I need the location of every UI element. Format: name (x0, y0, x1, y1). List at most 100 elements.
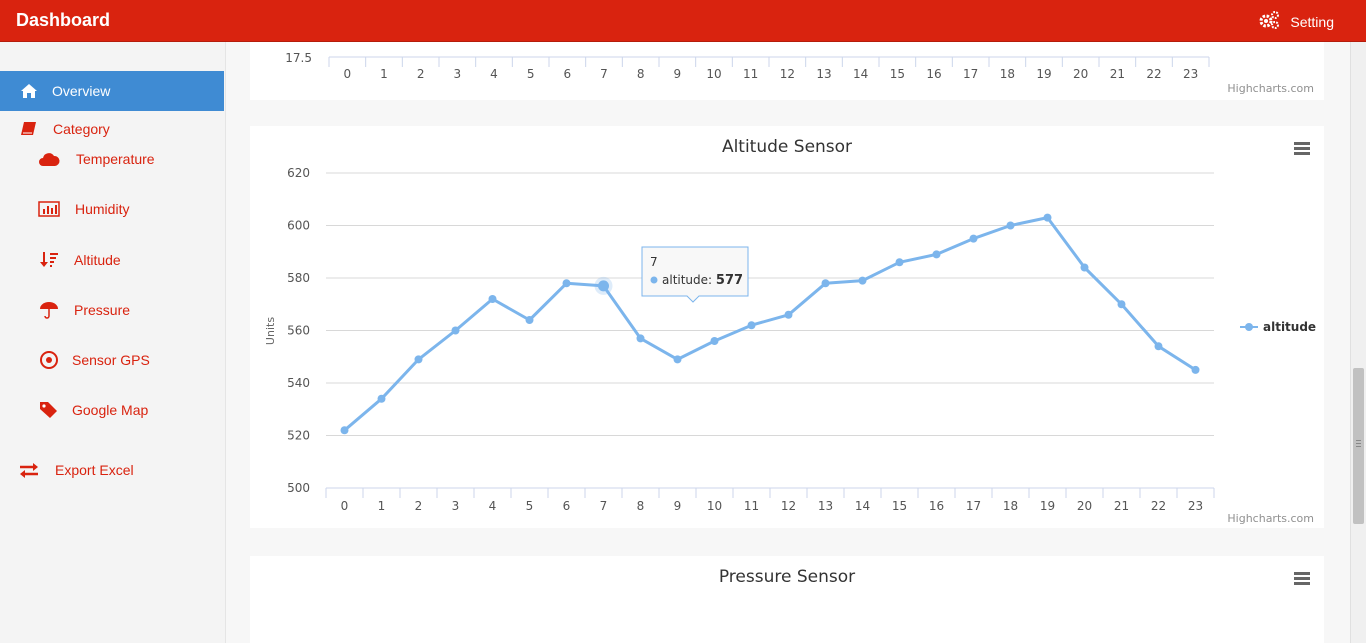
sidebar-item-label: Overview (52, 83, 111, 99)
x-tick-label: 15 (890, 67, 905, 81)
sidebar-item-label: Export Excel (55, 462, 134, 478)
scrollbar-grip-icon (1356, 440, 1361, 441)
pressure-chart: Pressure Sensor (719, 567, 1310, 587)
x-tick-label: 17 (966, 499, 981, 513)
x-tick-label: 16 (926, 67, 941, 81)
x-tick-label: 15 (892, 499, 907, 513)
bar-chart-icon (38, 201, 60, 217)
x-tick-label: 0 (344, 67, 352, 81)
sidebar-item-label: Pressure (74, 302, 131, 318)
data-point (414, 355, 423, 364)
legend-item-altitude[interactable]: altitude (1240, 320, 1316, 334)
hamburger-menu-icon[interactable] (1294, 572, 1310, 585)
temperature-chart: 17.5 0 1 2 3 4 5 6 7 8 9 10 11 12 13 14 15 16 17 18 19 20 21 2… (285, 51, 1314, 95)
brand-title[interactable]: Dashboard (16, 10, 110, 31)
x-tick-label: 10 (706, 67, 721, 81)
x-tick-label: 18 (1003, 499, 1018, 513)
y-tick-label: 580 (287, 271, 310, 285)
sidebar-item-export-excel[interactable]: Export Excel (18, 461, 134, 479)
sidebar-item-altitude[interactable]: Altitude (38, 251, 121, 269)
data-point (1154, 342, 1163, 351)
y-axis-title: Units (264, 317, 277, 345)
x-tick-label: 1 (378, 499, 386, 513)
data-point (1043, 213, 1052, 222)
x-tick-label: 8 (637, 67, 645, 81)
x-tick-label: 2 (417, 67, 425, 81)
sidebar-item-label: Google Map (72, 402, 149, 418)
sidebar-item-google-map[interactable]: Google Map (38, 401, 148, 419)
target-icon (38, 351, 60, 369)
data-point (710, 337, 719, 345)
sidebar-item-label: Temperature (76, 151, 155, 167)
sidebar-item-category[interactable]: Category (18, 121, 110, 137)
main-content: 17.5 0 1 2 3 4 5 6 7 8 9 10 11 12 13 14 15 16 17 18 19 20 21 2… (226, 42, 1350, 643)
book-icon (18, 121, 40, 137)
sidebar-item-pressure[interactable]: Pressure (38, 301, 130, 319)
tooltip-series: altitude: 577 (662, 273, 743, 288)
x-tick-label: 6 (563, 499, 571, 513)
data-point (340, 426, 349, 435)
x-tick-label: 14 (855, 499, 870, 513)
y-tick-label: 560 (287, 324, 310, 338)
sidebar-item-overview[interactable]: Overview (0, 71, 224, 111)
highcharts-credits[interactable]: Highcharts.com (1227, 512, 1314, 525)
x-tick-label: 16 (929, 499, 944, 513)
x-tick-label: 13 (818, 499, 833, 513)
temperature-chart-card: 17.5 0 1 2 3 4 5 6 7 8 9 10 11 12 13 14 15 16 17 18 19 20 21 2… (250, 42, 1324, 100)
altitude-chart: Altitude Sensor Units 500520540560580600… (264, 137, 1316, 525)
sidebar-item-label: Altitude (74, 252, 121, 268)
hamburger-menu-icon[interactable] (1294, 142, 1310, 155)
sidebar-item-label: Category (53, 121, 110, 137)
data-point (1006, 221, 1015, 230)
data-point (451, 326, 460, 335)
gears-icon (1258, 10, 1280, 33)
data-point (377, 394, 386, 403)
x-tick-label: 11 (744, 499, 759, 513)
scrollbar-thumb[interactable] (1353, 368, 1364, 524)
x-tick-label: 5 (527, 67, 535, 81)
data-point-hover (598, 280, 609, 292)
x-tick-label: 14 (853, 67, 868, 81)
x-tick-label: 21 (1110, 67, 1125, 81)
tooltip: 7 altitude: 577 (641, 246, 749, 303)
x-tick-label: 23 (1188, 499, 1203, 513)
x-tick-label: 8 (637, 499, 645, 513)
y-tick-label: 500 (287, 481, 310, 495)
x-tick-label: 19 (1040, 499, 1055, 513)
chart-title: Pressure Sensor (719, 567, 855, 587)
sidebar-item-label: Humidity (75, 201, 130, 217)
x-tick-label: 3 (454, 67, 462, 81)
y-tick-label: 620 (287, 166, 310, 180)
x-tick-label: 9 (674, 499, 682, 513)
sidebar-item-temperature[interactable]: Temperature (38, 151, 155, 167)
x-tick-label: 20 (1073, 67, 1088, 81)
x-tick-label: 6 (564, 67, 572, 81)
altitude-chart-card: Altitude Sensor Units 500 520 540 560 580 600… (250, 126, 1324, 528)
highcharts-credits[interactable]: Highcharts.com (1227, 82, 1314, 95)
x-tick-label: 20 (1077, 499, 1092, 513)
setting-button[interactable]: Setting (1258, 10, 1334, 33)
series-line-altitude (343, 216, 1197, 432)
x-tick-label: 23 (1183, 67, 1198, 81)
data-point (895, 258, 904, 267)
vertical-scrollbar[interactable] (1350, 42, 1366, 643)
chart-title: Altitude Sensor (722, 137, 852, 157)
y-tick-label: 17.5 (285, 51, 312, 65)
x-tick-label: 2 (415, 499, 423, 513)
data-point (636, 334, 645, 343)
data-point (1080, 263, 1089, 272)
pressure-chart-card: Pressure Sensor (250, 556, 1324, 643)
data-point (932, 250, 941, 259)
y-tick-label: 520 (287, 429, 310, 443)
data-point (969, 234, 978, 243)
x-tick-label: 4 (489, 499, 497, 513)
sidebar-item-humidity[interactable]: Humidity (38, 201, 129, 217)
x-tick-label: 12 (780, 67, 795, 81)
x-tick-label: 11 (743, 67, 758, 81)
cloud-icon (38, 151, 60, 167)
x-tick-label: 13 (816, 67, 831, 81)
sort-icon (38, 251, 60, 269)
x-tick-label: 18 (1000, 67, 1015, 81)
data-point (1191, 365, 1200, 374)
sidebar-item-sensor-gps[interactable]: Sensor GPS (38, 351, 150, 369)
